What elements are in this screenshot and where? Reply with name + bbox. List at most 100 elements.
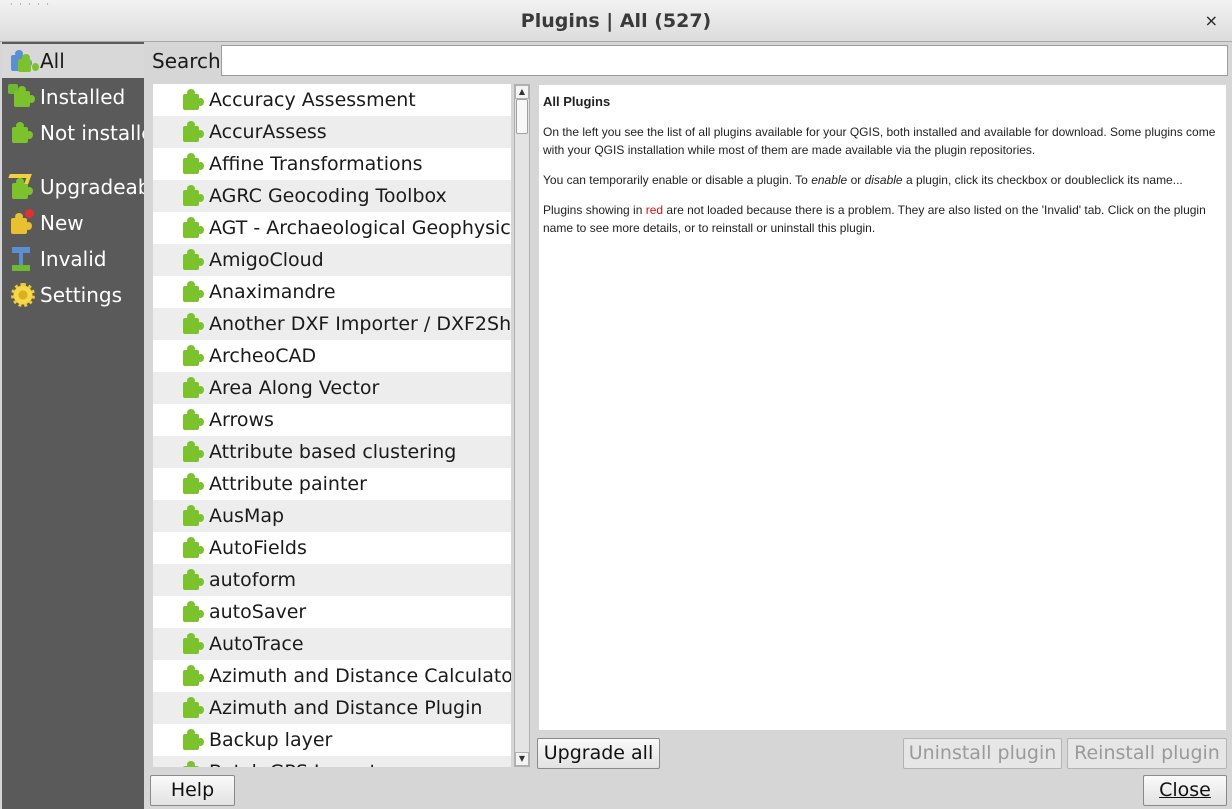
plugin-puzzle-icon [179, 471, 205, 497]
plugin-puzzle-icon [179, 535, 205, 561]
search-input[interactable] [221, 45, 1228, 76]
plugin-list-item[interactable]: Accuracy Assessment [153, 84, 511, 116]
plugin-puzzle-icon [179, 599, 205, 625]
plugin-list-item[interactable]: AusMap [153, 500, 511, 532]
plugin-puzzle-icon [179, 279, 205, 305]
plugin-name: AGRC Geocoding Toolbox [209, 185, 447, 207]
scroll-up-arrow-icon[interactable]: ▲ [515, 85, 529, 99]
plugin-puzzle-icon [179, 247, 205, 273]
uninstall-plugin-button[interactable]: Uninstall plugin [903, 738, 1062, 769]
plugin-list-item[interactable]: Area Along Vector [153, 372, 511, 404]
plugin-puzzle-icon [179, 343, 205, 369]
sidebar-item-installed[interactable]: Installed [2, 80, 144, 114]
plugin-puzzle-icon [179, 759, 205, 767]
plugin-name: Affine Transformations [209, 153, 423, 175]
plugin-list-item[interactable]: Arrows [153, 404, 511, 436]
plugins-invalid-icon [8, 244, 38, 274]
plugin-list-item[interactable]: Attribute based clustering [153, 436, 511, 468]
plugin-list-item[interactable]: Azimuth and Distance Plugin [153, 692, 511, 724]
plugin-puzzle-icon [179, 183, 205, 209]
plugin-puzzle-icon [179, 695, 205, 721]
plugin-name: autoSaver [209, 601, 307, 623]
plugin-name: AutoFields [209, 537, 307, 559]
plugin-name: AccurAssess [209, 121, 327, 143]
plugin-list-item[interactable]: AutoTrace [153, 628, 511, 660]
settings-gear-icon [8, 280, 38, 310]
sidebar-item-upgradeable[interactable]: Upgradeable [2, 170, 144, 204]
plugin-puzzle-icon [179, 503, 205, 529]
plugin-puzzle-icon [179, 311, 205, 337]
plugin-name: ArcheoCAD [209, 345, 317, 367]
sidebar-item-label: All [40, 49, 65, 73]
upgrade-all-button[interactable]: Upgrade all [537, 738, 660, 769]
plugin-list-item[interactable]: AGT - Archaeological Geophysics [153, 212, 511, 244]
plugin-puzzle-icon [179, 375, 205, 401]
sidebar-item-all[interactable]: All [2, 44, 144, 78]
plugin-name: Attribute based clustering [209, 441, 457, 463]
title-bar-decoration: · · · · · [10, 0, 51, 9]
plugin-name: Attribute painter [209, 473, 367, 495]
help-button[interactable]: Help [150, 775, 235, 806]
plugins-new-icon [8, 208, 38, 238]
plugin-list-item[interactable]: AGRC Geocoding Toolbox [153, 180, 511, 212]
plugin-name: Backup layer [209, 729, 333, 751]
plugin-name: Another DXF Importer / DXF2Shape [209, 313, 511, 335]
plugin-list-item[interactable]: autoSaver [153, 596, 511, 628]
plugin-list-item[interactable]: Backup layer [153, 724, 511, 756]
plugin-name: AutoTrace [209, 633, 304, 655]
plugin-name: Azimuth and Distance Plugin [209, 697, 483, 719]
plugin-name: Arrows [209, 409, 274, 431]
plugin-puzzle-icon [179, 663, 205, 689]
plugins-installed-icon [8, 82, 38, 112]
sidebar-item-settings[interactable]: Settings [2, 278, 144, 312]
red-highlight-text: red [645, 203, 664, 217]
plugin-list-item[interactable]: AutoFields [153, 532, 511, 564]
details-paragraph-invalid: Plugins showing in red are not loaded be… [543, 203, 1206, 235]
sidebar-item-not-installed[interactable]: Not installed [2, 116, 144, 150]
plugin-list-scrollbar[interactable]: ▲ ▼ [514, 84, 530, 767]
reinstall-plugin-button[interactable]: Reinstall plugin [1067, 738, 1227, 769]
sidebar-item-label: Settings [40, 283, 123, 307]
details-paragraph-overview: On the left you see the list of all plug… [543, 125, 1216, 157]
sidebar-item-label: Not installed [40, 121, 144, 145]
plugin-list-item[interactable]: AmigoCloud [153, 244, 511, 276]
sidebar-item-label: New [40, 211, 84, 235]
plugin-list-item[interactable]: ArcheoCAD [153, 340, 511, 372]
sidebar-item-invalid[interactable]: Invalid [2, 242, 144, 276]
sidebar-item-label: Invalid [40, 247, 107, 271]
plugin-list-item[interactable]: Attribute painter [153, 468, 511, 500]
sidebar-item-new[interactable]: New [2, 206, 144, 240]
close-button[interactable]: Close [1143, 775, 1227, 806]
plugin-puzzle-icon [179, 727, 205, 753]
scroll-down-arrow-icon[interactable]: ▼ [515, 752, 529, 766]
plugin-list-item[interactable]: Anaximandre [153, 276, 511, 308]
plugin-list-item[interactable]: AccurAssess [153, 116, 511, 148]
plugin-list-item[interactable]: Batch GPS Importer [153, 756, 511, 767]
plugin-name: Accuracy Assessment [209, 89, 416, 111]
window-close-icon[interactable]: × [1205, 11, 1218, 30]
plugin-name: AusMap [209, 505, 285, 527]
plugin-name: Azimuth and Distance Calculator [209, 665, 511, 687]
plugin-list[interactable]: Accuracy Assessment AccurAssess Affine Tra… [153, 84, 511, 767]
sidebar: All Installed Not installed Upgradeable … [2, 42, 144, 809]
title-bar: · · · · · Plugins | All (527) × [0, 0, 1232, 42]
sidebar-item-label: Upgradeable [40, 175, 144, 199]
window-title: Plugins | All (527) [520, 10, 712, 32]
plugins-upgradeable-icon [6, 172, 38, 202]
plugin-list-item[interactable]: Another DXF Importer / DXF2Shape [153, 308, 511, 340]
plugin-name: AmigoCloud [209, 249, 324, 271]
plugin-name: autoform [209, 569, 297, 591]
plugin-list-item[interactable]: Azimuth and Distance Calculator [153, 660, 511, 692]
scrollbar-thumb[interactable] [516, 99, 528, 134]
plugin-puzzle-icon [179, 87, 205, 113]
plugin-puzzle-icon [179, 631, 205, 657]
plugin-name: Area Along Vector [209, 377, 380, 399]
plugin-list-item[interactable]: Affine Transformations [153, 148, 511, 180]
plugin-list-item[interactable]: autoform [153, 564, 511, 596]
plugins-all-icon [8, 46, 39, 76]
plugin-puzzle-icon [179, 151, 205, 177]
search-label: Search [152, 49, 221, 73]
details-heading: All Plugins [543, 94, 611, 109]
close-button-label: Close [1159, 779, 1211, 801]
plugin-puzzle-icon [179, 407, 205, 433]
